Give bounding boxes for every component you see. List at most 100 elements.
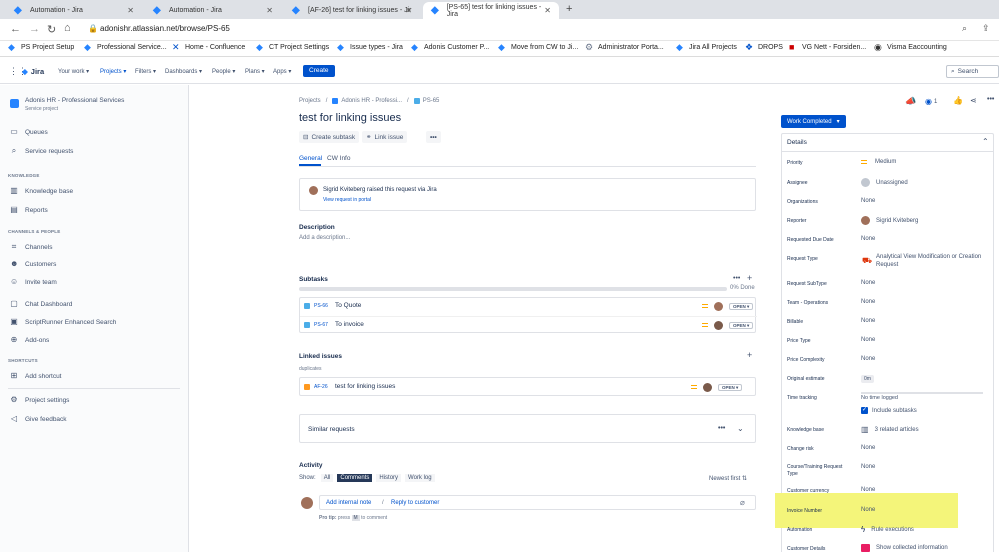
field-value-invoice-number[interactable]: None bbox=[861, 507, 875, 513]
bookmark[interactable]: ◆ Move from CW to Ji... bbox=[498, 43, 578, 52]
browser-tab[interactable]: ◆ [AF-26] test for linking issues - Jir ✕ bbox=[284, 2, 420, 19]
nav-projects[interactable]: Projects ▾ bbox=[100, 68, 126, 75]
field-value-customer-details[interactable]: Show collected information bbox=[861, 544, 948, 552]
field-value-priority[interactable]: Medium bbox=[861, 159, 896, 165]
sidebar-item-scriptrunner[interactable]: ▣ ScriptRunner Enhanced Search bbox=[10, 318, 116, 326]
home-icon[interactable]: ⌂ bbox=[64, 22, 71, 34]
field-value-time-tracking[interactable]: No time logged bbox=[861, 395, 898, 401]
field-value-team-operations[interactable]: None bbox=[861, 299, 875, 305]
bookmark[interactable]: ◆ Issue types - Jira bbox=[337, 43, 403, 52]
description-field[interactable]: Add a description... bbox=[299, 235, 350, 241]
attachment-icon[interactable]: ⌀ bbox=[740, 498, 745, 507]
bookmark[interactable]: ■ VG Nett - Forsiden... bbox=[789, 43, 866, 52]
list-item[interactable]: PS-67 To invoice OPEN ▾ bbox=[300, 316, 757, 333]
sidebar-item-customers[interactable]: ☻ Customers bbox=[10, 260, 56, 268]
like-icon[interactable]: 👍 bbox=[953, 96, 963, 105]
activity-tab-work-log[interactable]: Work log bbox=[405, 474, 435, 482]
field-value-request-type[interactable]: Analytical View Modification or Creation… bbox=[876, 253, 988, 269]
sidebar-item-service-requests[interactable]: ⌕ Service requests bbox=[10, 147, 74, 155]
breadcrumb-issue-key[interactable]: PS-65 bbox=[423, 98, 440, 104]
status-transition-button[interactable]: Work Completed ▾ bbox=[781, 115, 846, 128]
linked-issue-summary[interactable]: test for linking issues bbox=[335, 383, 395, 390]
breadcrumb-projects[interactable]: Projects bbox=[299, 98, 321, 104]
bookmark[interactable]: ◆ Professional Service... bbox=[84, 43, 167, 52]
field-value-course-training-request-type[interactable]: None bbox=[861, 464, 875, 470]
sidebar-item-add-ons[interactable]: ⊕ Add-ons bbox=[10, 336, 50, 344]
field-value-billable[interactable]: None bbox=[861, 318, 875, 324]
close-icon[interactable]: ✕ bbox=[405, 6, 412, 15]
field-value-price-type[interactable]: None bbox=[861, 337, 875, 343]
breadcrumb-project[interactable]: Adonis HR - Professi... bbox=[341, 98, 402, 104]
bookmark[interactable]: ◆ Adonis Customer P... bbox=[411, 43, 489, 52]
status-badge[interactable]: OPEN ▾ bbox=[718, 384, 743, 391]
sidebar-item-invite-team[interactable]: ☺ Invite team bbox=[10, 278, 57, 286]
activity-tab-comments[interactable]: Comments bbox=[337, 474, 373, 482]
close-icon[interactable]: ✕ bbox=[544, 6, 551, 15]
search-input[interactable]: ⌕ Search bbox=[946, 65, 999, 78]
field-value-customer-currency[interactable]: None bbox=[861, 487, 875, 493]
subtask-key[interactable]: PS-66 bbox=[314, 303, 328, 309]
share-icon[interactable]: ⇪ bbox=[982, 23, 990, 34]
jira-logo[interactable]: ◆ Jira bbox=[22, 67, 44, 76]
issue-title[interactable]: test for linking issues bbox=[299, 112, 401, 124]
bookmark[interactable]: ⚙ Administrator Porta... bbox=[585, 43, 664, 52]
sidebar-item-project-settings[interactable]: ⚙ Project settings bbox=[10, 396, 69, 404]
subtasks-more-button[interactable]: ••• bbox=[733, 275, 740, 282]
sidebar-item-queues[interactable]: ▭ Queues bbox=[10, 128, 48, 136]
back-icon[interactable]: ← bbox=[10, 23, 21, 35]
subtask-key[interactable]: PS-67 bbox=[314, 322, 328, 328]
share-icon[interactable]: ⋖ bbox=[970, 96, 977, 105]
bookmark[interactable]: ◆ CT Project Settings bbox=[256, 43, 329, 52]
zoom-icon[interactable]: ⌕ bbox=[962, 23, 967, 34]
browser-tab[interactable]: ◆ Automation - Jira ✕ bbox=[6, 2, 142, 19]
browser-tab-active[interactable]: ◆ [PS-65] test for linking issues - Jira ✕ bbox=[423, 2, 559, 19]
nav-apps[interactable]: Apps ▾ bbox=[273, 68, 291, 75]
close-icon[interactable]: ✕ bbox=[266, 6, 273, 15]
nav-filters[interactable]: Filters ▾ bbox=[135, 68, 156, 75]
sidebar-item-knowledge-base[interactable]: ▥ Knowledge base bbox=[10, 187, 73, 195]
sidebar-item-chat-dashboard[interactable]: ▢ Chat Dashboard bbox=[10, 300, 72, 308]
create-button[interactable]: Create bbox=[303, 65, 335, 77]
add-internal-note-button[interactable]: Add internal note bbox=[326, 500, 371, 506]
details-header[interactable]: Details ⌃ bbox=[781, 133, 994, 152]
sidebar-item-add-shortcut[interactable]: ⊞ Add shortcut bbox=[10, 372, 62, 380]
url-field[interactable]: adonishr.atlassian.net/browse/PS-65 bbox=[100, 24, 230, 33]
nav-dashboards[interactable]: Dashboards ▾ bbox=[165, 68, 202, 75]
reply-to-customer-button[interactable]: Reply to customer bbox=[391, 500, 439, 506]
forward-icon[interactable]: → bbox=[29, 23, 40, 35]
project-name[interactable]: Adonis HR - Professional Services bbox=[25, 97, 124, 104]
bookmark[interactable]: ✕ Home - Confluence bbox=[172, 43, 245, 52]
sidebar-item-reports[interactable]: ▤ Reports bbox=[10, 206, 48, 214]
field-value-request-subtype[interactable]: None bbox=[861, 280, 875, 286]
status-badge[interactable]: OPEN ▾ bbox=[729, 322, 754, 329]
new-tab-button[interactable]: + bbox=[566, 3, 572, 15]
link-issue-button[interactable]: ⚭ Link issue bbox=[362, 131, 408, 143]
field-value-automation[interactable]: ϟ Rule executions bbox=[861, 525, 914, 534]
field-value-organizations[interactable]: None bbox=[861, 198, 875, 204]
add-linked-issue-button[interactable]: + bbox=[747, 350, 752, 360]
nav-people[interactable]: People ▾ bbox=[212, 68, 235, 75]
sort-order-button[interactable]: Newest first ⇅ bbox=[709, 475, 747, 482]
activity-tab-all[interactable]: All bbox=[320, 474, 334, 482]
view-request-in-portal-link[interactable]: View request in portal bbox=[323, 197, 371, 203]
create-subtask-button[interactable]: ⊟ Create subtask bbox=[299, 131, 360, 143]
subtask-summary[interactable]: To Quote bbox=[335, 302, 361, 309]
bookmark[interactable]: ◆ PS Project Setup bbox=[8, 43, 74, 52]
more-actions-button[interactable]: ••• bbox=[426, 131, 441, 143]
sidebar-item-give-feedback[interactable]: ◁ Give feedback bbox=[10, 415, 67, 423]
chevron-down-icon[interactable]: ⌄ bbox=[737, 424, 744, 433]
reload-icon[interactable]: ↻ bbox=[47, 23, 56, 36]
add-subtask-button[interactable]: + bbox=[747, 273, 752, 283]
field-value-change-risk[interactable]: None bbox=[861, 445, 875, 451]
activity-tab-history[interactable]: History bbox=[376, 474, 402, 482]
nav-your-work[interactable]: Your work ▾ bbox=[58, 68, 89, 75]
list-item[interactable]: PS-66 To Quote OPEN ▾ bbox=[300, 298, 757, 315]
close-icon[interactable]: ✕ bbox=[127, 6, 134, 15]
sidebar-item-channels[interactable]: ⌗ Channels bbox=[10, 243, 53, 251]
field-value-price-complexity[interactable]: None bbox=[861, 356, 875, 362]
include-subtasks-checkbox[interactable]: ✓ Include subtasks bbox=[861, 407, 917, 414]
field-value-assignee[interactable]: Unassigned bbox=[861, 178, 908, 187]
tab-cw-info[interactable]: CW Info bbox=[327, 155, 350, 162]
field-value-original-estimate[interactable]: 0m bbox=[861, 375, 874, 383]
feedback-icon[interactable]: 📣 bbox=[905, 96, 916, 107]
